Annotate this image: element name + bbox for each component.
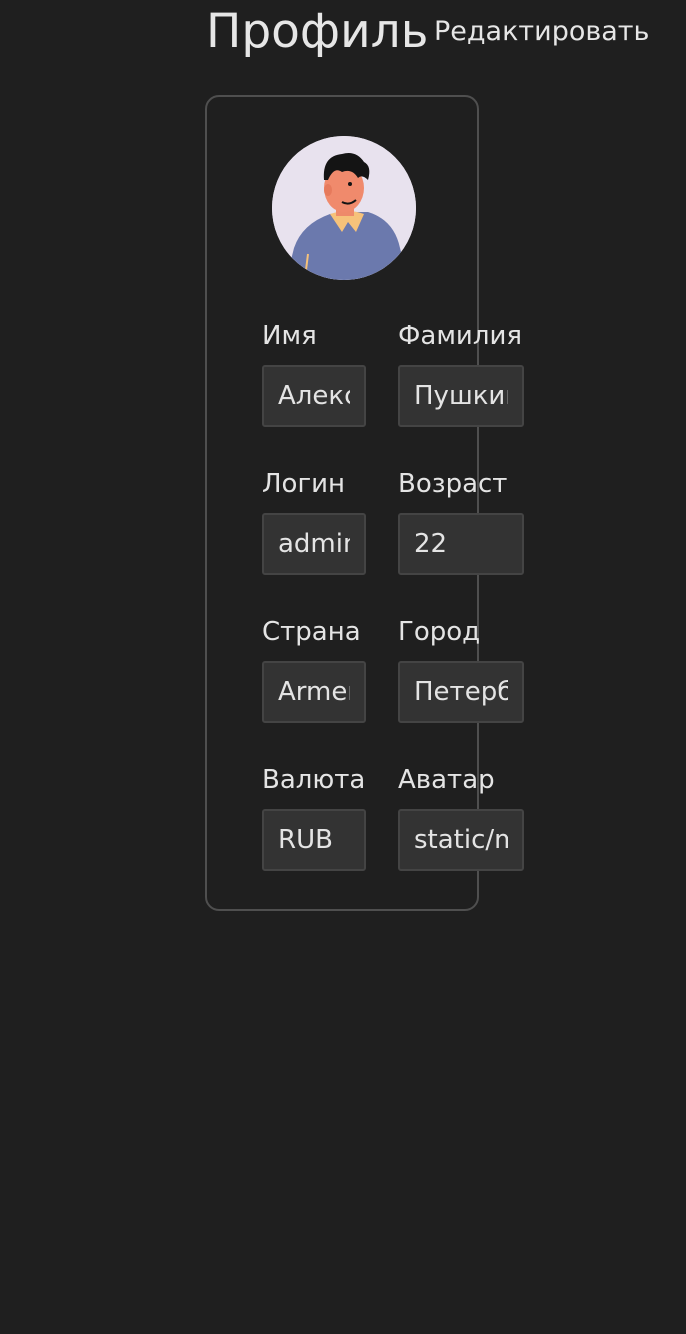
- age-input[interactable]: [398, 513, 524, 575]
- currency-input[interactable]: [262, 809, 366, 871]
- page-title: Профиль: [206, 4, 429, 59]
- first-name-label: Имя: [262, 321, 317, 351]
- first-name-input[interactable]: [262, 365, 366, 427]
- username-input[interactable]: [262, 513, 366, 575]
- last-name-input[interactable]: [398, 365, 524, 427]
- country-label: Страна: [262, 617, 361, 647]
- currency-label: Валюта: [262, 765, 366, 795]
- avatar: [272, 136, 416, 280]
- city-input[interactable]: [398, 661, 524, 723]
- country-input[interactable]: [262, 661, 366, 723]
- last-name-label: Фамилия: [398, 321, 522, 351]
- username-label: Логин: [262, 469, 346, 499]
- user-avatar-icon: [272, 136, 416, 280]
- avatar-url-input[interactable]: [398, 809, 524, 871]
- age-label: Возраст: [398, 469, 508, 499]
- avatar-url-label: Аватар: [398, 765, 495, 795]
- city-label: Город: [398, 617, 481, 647]
- edit-button[interactable]: Редактировать: [434, 14, 649, 50]
